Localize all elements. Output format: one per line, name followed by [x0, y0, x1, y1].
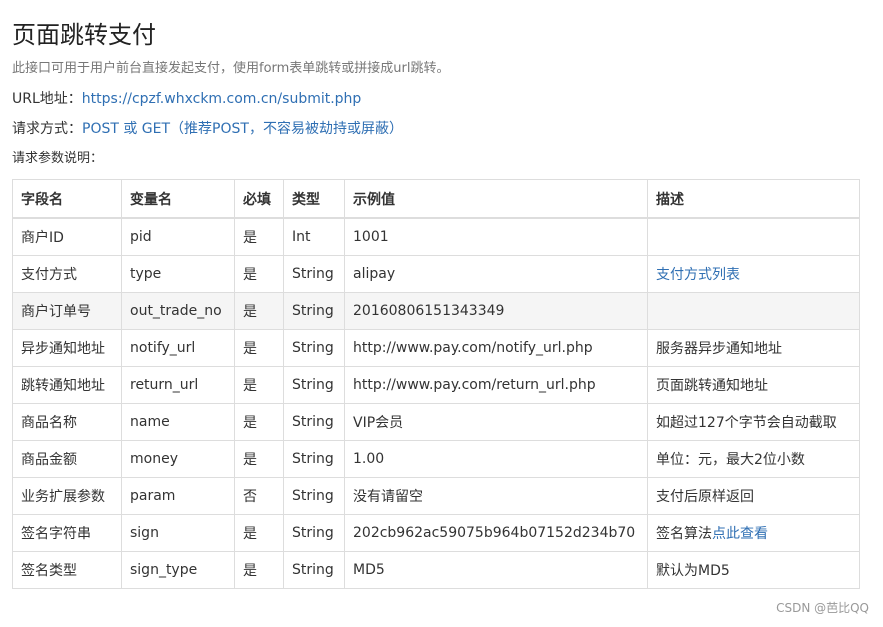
method-line: 请求方式：POST 或 GET（推荐POST，不容易被劫持或屏蔽）	[12, 119, 403, 139]
cell-field: 商品金额	[12, 440, 122, 478]
cell-required: 是	[234, 366, 284, 404]
cell-variable: sign	[121, 514, 235, 552]
description-text: 如超过127个字节会自动截取	[656, 415, 837, 431]
cell-type: String	[283, 440, 345, 478]
description-text: 默认为MD5	[656, 563, 730, 579]
params-label: 请求参数说明：	[12, 151, 104, 166]
cell-type: Int	[283, 217, 345, 256]
header-example: 示例值	[344, 179, 648, 219]
cell-type: String	[283, 514, 345, 552]
cell-type: String	[283, 255, 345, 293]
cell-description: 支付方式列表	[647, 255, 860, 293]
cell-variable: type	[121, 255, 235, 293]
cell-required: 是	[234, 217, 284, 256]
cell-description: 支付后原样返回	[647, 477, 860, 515]
cell-description: 服务器异步通知地址	[647, 329, 860, 367]
url-link[interactable]: https://cpzf.whxckm.com.cn/submit.php	[82, 91, 362, 107]
cell-description	[647, 217, 860, 256]
cell-type: String	[283, 366, 345, 404]
cell-description: 单位：元，最大2位小数	[647, 440, 860, 478]
url-label: URL地址：	[12, 91, 82, 107]
method-value: POST 或 GET（推荐POST，不容易被劫持或屏蔽）	[82, 121, 403, 137]
page-title: 页面跳转支付	[12, 21, 156, 49]
cell-example: alipay	[344, 255, 648, 293]
cell-example: http://www.pay.com/notify_url.php	[344, 329, 648, 367]
cell-type: String	[283, 551, 345, 589]
signature-algorithm-link[interactable]: 点此查看	[712, 526, 768, 542]
table-row: 跳转通知地址 return_url 是 String http://www.pa…	[12, 366, 860, 404]
cell-description	[647, 292, 860, 330]
watermark: CSDN @芭比QQ	[776, 601, 869, 615]
cell-type: String	[283, 477, 345, 515]
url-line: URL地址：https://cpzf.whxckm.com.cn/submit.…	[12, 89, 361, 109]
header-field: 字段名	[12, 179, 122, 219]
cell-example: 1.00	[344, 440, 648, 478]
cell-variable: out_trade_no	[121, 292, 235, 330]
table-row: 异步通知地址 notify_url 是 String http://www.pa…	[12, 329, 860, 367]
cell-variable: param	[121, 477, 235, 515]
cell-example: 没有请留空	[344, 477, 648, 515]
cell-example: MD5	[344, 551, 648, 589]
description-text: 签名算法	[656, 526, 712, 542]
cell-field: 商品名称	[12, 403, 122, 441]
cell-example: 20160806151343349	[344, 292, 648, 330]
cell-example: VIP会员	[344, 403, 648, 441]
cell-example: http://www.pay.com/return_url.php	[344, 366, 648, 404]
cell-field: 支付方式	[12, 255, 122, 293]
description-text: 服务器异步通知地址	[656, 341, 782, 357]
cell-field: 商户ID	[12, 217, 122, 256]
header-required: 必填	[234, 179, 284, 219]
cell-field: 异步通知地址	[12, 329, 122, 367]
table-row: 商品金额 money 是 String 1.00 单位：元，最大2位小数	[12, 440, 860, 478]
cell-example: 1001	[344, 217, 648, 256]
cell-field: 业务扩展参数	[12, 477, 122, 515]
cell-type: String	[283, 292, 345, 330]
page: 页面跳转支付 此接口可用于用户前台直接发起支付，使用form表单跳转或拼接成ur…	[0, 0, 883, 627]
cell-variable: name	[121, 403, 235, 441]
cell-description: 页面跳转通知地址	[647, 366, 860, 404]
table-row: 业务扩展参数 param 否 String 没有请留空 支付后原样返回	[12, 477, 860, 515]
header-description: 描述	[647, 179, 860, 219]
cell-required: 是	[234, 329, 284, 367]
cell-description: 签名算法点此查看	[647, 514, 860, 552]
cell-required: 是	[234, 551, 284, 589]
cell-description: 如超过127个字节会自动截取	[647, 403, 860, 441]
table-header-row: 字段名 变量名 必填 类型 示例值 描述	[12, 179, 860, 219]
description-text: 支付后原样返回	[656, 489, 754, 505]
cell-type: String	[283, 403, 345, 441]
table-row: 签名类型 sign_type 是 String MD5 默认为MD5	[12, 551, 860, 589]
cell-required: 是	[234, 514, 284, 552]
cell-required: 是	[234, 440, 284, 478]
cell-variable: sign_type	[121, 551, 235, 589]
table-row: 签名字符串 sign 是 String 202cb962ac59075b964b…	[12, 514, 860, 552]
cell-example: 202cb962ac59075b964b07152d234b70	[344, 514, 648, 552]
cell-required: 是	[234, 292, 284, 330]
cell-variable: return_url	[121, 366, 235, 404]
cell-variable: money	[121, 440, 235, 478]
cell-required: 是	[234, 403, 284, 441]
method-label: 请求方式：	[12, 121, 82, 137]
cell-field: 商户订单号	[12, 292, 122, 330]
header-variable: 变量名	[121, 179, 235, 219]
cell-variable: notify_url	[121, 329, 235, 367]
params-table: 字段名 变量名 必填 类型 示例值 描述 商户ID pid 是 Int 1001…	[12, 179, 860, 589]
cell-description: 默认为MD5	[647, 551, 860, 589]
payment-methods-link[interactable]: 支付方式列表	[656, 267, 740, 283]
cell-type: String	[283, 329, 345, 367]
table-row: 商品名称 name 是 String VIP会员 如超过127个字节会自动截取	[12, 403, 860, 441]
page-description: 此接口可用于用户前台直接发起支付，使用form表单跳转或拼接成url跳转。	[12, 61, 450, 76]
header-type: 类型	[283, 179, 345, 219]
cell-field: 签名类型	[12, 551, 122, 589]
cell-variable: pid	[121, 217, 235, 256]
cell-required: 是	[234, 255, 284, 293]
description-text: 单位：元，最大2位小数	[656, 452, 805, 468]
description-text: 页面跳转通知地址	[656, 378, 768, 394]
cell-required: 否	[234, 477, 284, 515]
table-row: 商户ID pid 是 Int 1001	[12, 217, 860, 256]
cell-field: 跳转通知地址	[12, 366, 122, 404]
cell-field: 签名字符串	[12, 514, 122, 552]
table-row: 支付方式 type 是 String alipay 支付方式列表	[12, 255, 860, 293]
table-row: 商户订单号 out_trade_no 是 String 201608061513…	[12, 292, 860, 330]
